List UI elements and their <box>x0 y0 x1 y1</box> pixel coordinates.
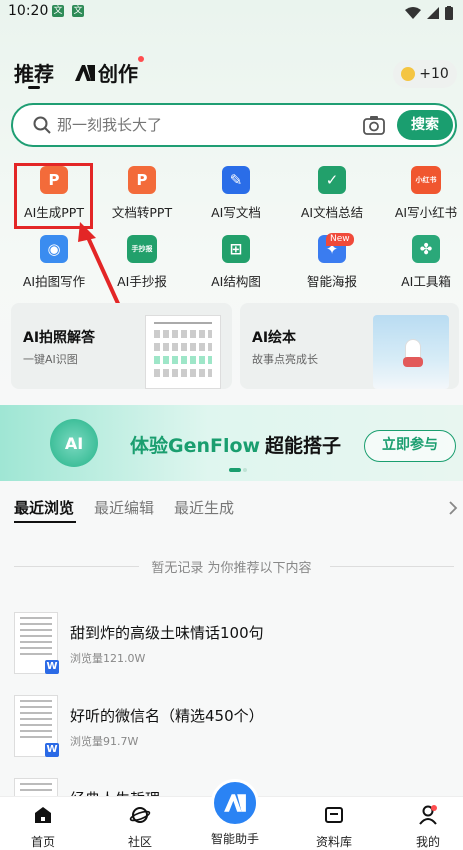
ai-assistant-button[interactable] <box>211 779 259 827</box>
tool-write-doc[interactable]: ✎ AI写文档 <box>190 166 282 230</box>
new-badge: New <box>326 233 354 246</box>
tool-label: AI结构图 <box>211 274 261 289</box>
doc-to-ppt-icon: P <box>128 166 156 194</box>
tool-doc-summary[interactable]: ✓ AI文档总结 <box>286 166 378 230</box>
worksheet-image <box>145 315 221 389</box>
tool-doc-to-ppt[interactable]: P 文档转PPT <box>96 166 188 230</box>
word-icon: W <box>45 660 59 674</box>
wifi-icon <box>405 7 421 19</box>
wen-badge-icon: 文 <box>72 5 84 17</box>
tool-label: AI工具箱 <box>401 274 451 289</box>
planet-icon <box>129 807 151 823</box>
tool-xiaohongshu[interactable]: 小红书 AI写小红书 <box>380 166 463 230</box>
nav-label: 资料库 <box>315 835 352 849</box>
search-icon <box>33 116 51 134</box>
nav-home[interactable]: 首页 <box>3 803 83 850</box>
status-bar: 10:20 文 文 <box>0 0 463 26</box>
doc-title: 经典人生哲理 <box>70 788 160 796</box>
list-item[interactable]: W 甜到炸的高级土味情话100句 浏览量121.0W <box>14 612 454 676</box>
tab-recent-edit[interactable]: 最近编辑 <box>94 497 154 518</box>
card-title: AI拍照解答 <box>23 330 96 346</box>
tool-label: 智能海报 <box>306 274 357 289</box>
genflow-logo-text: AI <box>64 433 84 453</box>
status-icons <box>405 6 453 20</box>
banner-title-suffix: 超能搭子 <box>265 435 342 457</box>
folder-icon <box>325 807 343 823</box>
picture-book-image <box>373 315 449 389</box>
home-icon <box>35 807 51 823</box>
toolbox-icon: ✤ <box>412 235 440 263</box>
photo-answer-card[interactable]: AI拍照解答 一键AI识图 <box>11 303 232 389</box>
nav-library[interactable]: 资料库 <box>294 803 374 850</box>
camera-icon[interactable] <box>363 115 385 135</box>
join-button[interactable]: 立即参与 <box>364 430 456 462</box>
card-subtitle: 一键AI识图 <box>23 353 78 366</box>
battery-icon <box>445 6 453 20</box>
doc-views: 浏览量121.0W <box>70 652 146 665</box>
tab-active-indicator <box>28 86 40 89</box>
tool-handcopy[interactable]: 手抄报 AI手抄报 <box>96 235 188 299</box>
tool-camera-write[interactable]: ◉ AI拍图写作 <box>8 235 100 299</box>
highlight-box <box>14 163 93 229</box>
handcopy-icon: 手抄报 <box>127 235 157 263</box>
ai-logo-icon <box>224 794 246 812</box>
xiaohongshu-icon: 小红书 <box>411 166 441 194</box>
nav-profile[interactable]: 我的 <box>388 803 463 850</box>
coin-count: +10 <box>419 66 449 82</box>
ai-logo-icon <box>75 64 95 81</box>
tab-create-label: 创作 <box>98 62 138 86</box>
genflow-logo-icon: AI <box>50 419 98 467</box>
list-item[interactable]: W 好听的微信名（精选450个） 浏览量91.7W <box>14 695 454 759</box>
doc-thumbnail <box>14 778 58 796</box>
search-button[interactable]: 搜索 <box>397 110 453 140</box>
tool-toolbox[interactable]: ✤ AI工具箱 <box>380 235 463 299</box>
banner-title: 体验GenFlow <box>130 435 261 457</box>
card-subtitle: 故事点亮成长 <box>252 353 318 366</box>
coin-icon <box>401 67 416 81</box>
tool-label: AI文档总结 <box>300 205 364 220</box>
carousel-indicator <box>229 468 241 472</box>
recent-tabs: 最近浏览 最近编辑 最近生成 <box>14 497 234 518</box>
status-time: 10:20 <box>8 3 49 19</box>
doc-views: 浏览量91.7W <box>70 735 139 748</box>
camera-write-icon: ◉ <box>40 235 68 263</box>
empty-record-text: 暂无记录 为你推荐以下内容 <box>151 561 312 576</box>
doc-title: 好听的微信名（精选450个） <box>70 707 264 725</box>
tool-label: AI手抄报 <box>117 274 167 289</box>
tab-create[interactable]: 创作 <box>74 58 138 87</box>
tool-label: AI写小红书 <box>394 205 458 220</box>
doc-title: 甜到炸的高级土味情话100句 <box>70 624 264 642</box>
carousel-indicator <box>243 468 247 472</box>
chevron-right-icon[interactable] <box>448 500 458 516</box>
word-icon: W <box>45 743 59 757</box>
notification-dot <box>138 56 144 62</box>
nav-label: 首页 <box>30 835 55 849</box>
nav-community[interactable]: 社区 <box>100 803 180 850</box>
search-bar: 搜索 <box>11 103 457 147</box>
profile-icon <box>419 805 437 825</box>
tool-structure[interactable]: ⊞ AI结构图 <box>190 235 282 299</box>
recent-tab-indicator <box>14 521 76 523</box>
doc-summary-icon: ✓ <box>318 166 346 194</box>
picture-book-card[interactable]: AI绘本 故事点亮成长 <box>240 303 459 389</box>
tab-recent-generate[interactable]: 最近生成 <box>174 497 234 518</box>
tab-recent-browse[interactable]: 最近浏览 <box>14 497 74 518</box>
coin-button[interactable]: +10 <box>393 60 457 88</box>
search-input[interactable] <box>57 113 357 137</box>
nav-label: 社区 <box>127 835 152 849</box>
nav-label: 我的 <box>415 835 440 849</box>
tab-recommend[interactable]: 推荐 <box>14 58 54 87</box>
card-title: AI绘本 <box>252 330 297 346</box>
signal-icon <box>427 7 439 19</box>
tool-label: 文档转PPT <box>111 205 173 220</box>
tool-label: AI拍图写作 <box>22 274 86 289</box>
wen-badge-icon: 文 <box>52 5 64 17</box>
write-doc-icon: ✎ <box>222 166 250 194</box>
nav-label: 智能助手 <box>210 832 259 846</box>
structure-icon: ⊞ <box>222 235 250 263</box>
tool-label: AI写文档 <box>211 205 261 220</box>
